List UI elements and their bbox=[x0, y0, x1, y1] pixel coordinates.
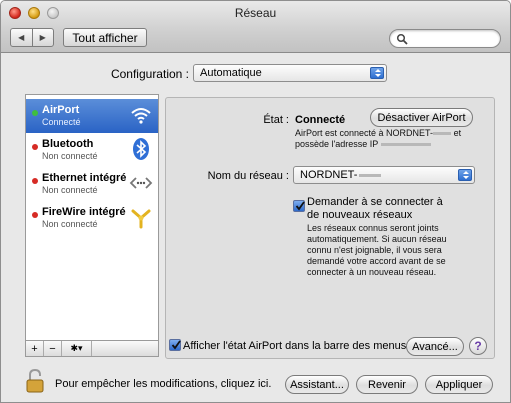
back-button[interactable]: ◀ bbox=[11, 29, 32, 46]
service-name: Ethernet intégré bbox=[42, 172, 127, 184]
window-title: Réseau bbox=[234, 6, 277, 20]
network-name-label: Nom du réseau : bbox=[207, 170, 289, 182]
service-name: Bluetooth bbox=[42, 138, 94, 150]
service-status: Non connecté bbox=[42, 151, 98, 161]
configuration-select[interactable]: Automatique bbox=[193, 64, 387, 82]
service-status: Non connecté bbox=[42, 219, 98, 229]
connection-info-line1: AirPort est connecté à NORDNET- bbox=[295, 128, 434, 138]
network-preferences-window: Réseau ◀ ▶ Tout afficher Configuration :… bbox=[0, 0, 511, 403]
search-input[interactable] bbox=[389, 29, 501, 48]
ask-to-join-help-text: Les réseaux connus seront joints automat… bbox=[307, 223, 447, 277]
lock-icon[interactable] bbox=[25, 369, 45, 393]
show-airport-status-checkbox[interactable] bbox=[169, 339, 181, 351]
popup-arrows-icon bbox=[458, 169, 472, 181]
lock-message: Pour empêcher les modifications, cliquez… bbox=[55, 378, 272, 390]
ask-to-join-checkbox[interactable] bbox=[293, 200, 305, 212]
navigation-buttons: ◀ ▶ bbox=[10, 28, 54, 47]
ethernet-icon bbox=[129, 177, 153, 189]
status-dot bbox=[32, 212, 38, 218]
forward-button[interactable]: ▶ bbox=[31, 29, 54, 46]
state-label: État : bbox=[263, 114, 289, 126]
connection-info: AirPort est connecté à NORDNET- et possè… bbox=[295, 128, 485, 150]
service-name: AirPort bbox=[42, 104, 80, 116]
status-dot bbox=[32, 110, 38, 116]
assistant-button[interactable]: Assistant... bbox=[285, 375, 349, 394]
service-item-firewire[interactable]: FireWire intégré Non connecté bbox=[26, 201, 158, 235]
redacted-network-name bbox=[359, 173, 382, 177]
show-all-button[interactable]: Tout afficher bbox=[63, 28, 147, 47]
network-name-select[interactable]: NORDNET- bbox=[293, 166, 475, 184]
help-button[interactable]: ? bbox=[469, 337, 487, 355]
status-dot bbox=[32, 178, 38, 184]
service-status: Connecté bbox=[42, 117, 81, 127]
service-item-bluetooth[interactable]: Bluetooth Non connecté bbox=[26, 133, 158, 167]
service-item-ethernet[interactable]: Ethernet intégré Non connecté bbox=[26, 167, 158, 201]
apply-button[interactable]: Appliquer bbox=[425, 375, 493, 394]
search-icon bbox=[396, 33, 408, 45]
bluetooth-icon bbox=[133, 138, 149, 160]
connection-info-line1-suffix: et bbox=[453, 128, 462, 138]
service-list-controls: + − ✱▾ bbox=[25, 341, 159, 357]
checkmark-icon bbox=[171, 340, 181, 350]
revert-button[interactable]: Revenir bbox=[356, 375, 418, 394]
ask-to-join-label: Demander à se connecter à de nouveaux ré… bbox=[307, 196, 443, 221]
redacted-network-name bbox=[433, 132, 452, 136]
service-status: Non connecté bbox=[42, 185, 98, 195]
service-list: AirPort Connecté Bluetooth Non connecté … bbox=[25, 94, 159, 341]
turn-airport-off-button[interactable]: Désactiver AirPort bbox=[370, 108, 473, 127]
popup-arrows-icon bbox=[370, 67, 384, 79]
configuration-value: Automatique bbox=[200, 67, 262, 79]
redacted-ip-address bbox=[380, 143, 431, 147]
firewire-icon bbox=[131, 209, 151, 229]
status-dot bbox=[32, 144, 38, 150]
state-value: Connecté bbox=[295, 114, 346, 126]
titlebar: Réseau ◀ ▶ Tout afficher bbox=[1, 1, 510, 53]
show-airport-status-label: Afficher l'état AirPort dans la barre de… bbox=[183, 340, 407, 352]
add-service-button[interactable]: + bbox=[26, 341, 44, 356]
remove-service-button[interactable]: − bbox=[44, 341, 62, 356]
checkmark-icon bbox=[295, 201, 305, 211]
service-item-airport[interactable]: AirPort Connecté bbox=[26, 99, 158, 133]
network-name-value: NORDNET- bbox=[300, 169, 358, 181]
service-action-button[interactable]: ✱▾ bbox=[62, 341, 92, 356]
wifi-icon bbox=[131, 108, 151, 124]
configuration-label: Configuration : bbox=[110, 67, 189, 81]
service-name: FireWire intégré bbox=[42, 206, 126, 218]
connection-info-line2: possède l'adresse IP bbox=[295, 139, 379, 149]
advanced-button[interactable]: Avancé... bbox=[406, 337, 464, 356]
